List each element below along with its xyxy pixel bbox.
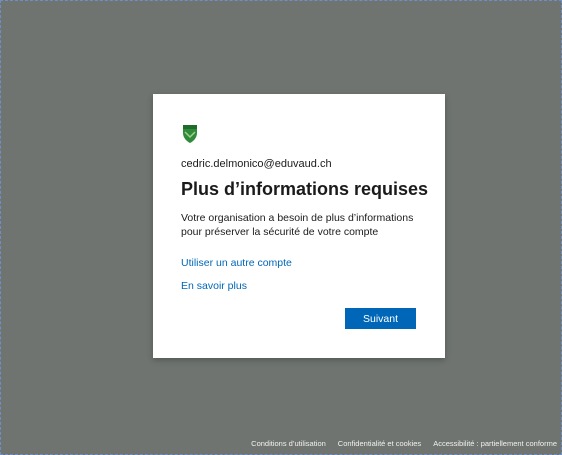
account-email: cedric.delmonico@eduvaud.ch (181, 158, 332, 170)
description-text: Votre organisation a besoin de plus d’in… (181, 212, 414, 238)
next-button[interactable]: Suivant (345, 308, 416, 329)
footer: Conditions d’utilisation Confidentialité… (251, 439, 557, 448)
terms-link[interactable]: Conditions d’utilisation (251, 439, 326, 448)
accessibility-link[interactable]: Accessibilité : partiellement conforme (433, 439, 557, 448)
sign-in-card: cedric.delmonico@eduvaud.ch Plus d’infor… (153, 94, 445, 358)
learn-more-link[interactable]: En savoir plus (181, 280, 247, 292)
privacy-link[interactable]: Confidentialité et cookies (338, 439, 421, 448)
shield-icon (183, 125, 197, 143)
page-title: Plus d’informations requises (181, 179, 429, 199)
sign-in-background: cedric.delmonico@eduvaud.ch Plus d’infor… (0, 0, 562, 455)
use-another-account-link[interactable]: Utiliser un autre compte (181, 257, 292, 269)
